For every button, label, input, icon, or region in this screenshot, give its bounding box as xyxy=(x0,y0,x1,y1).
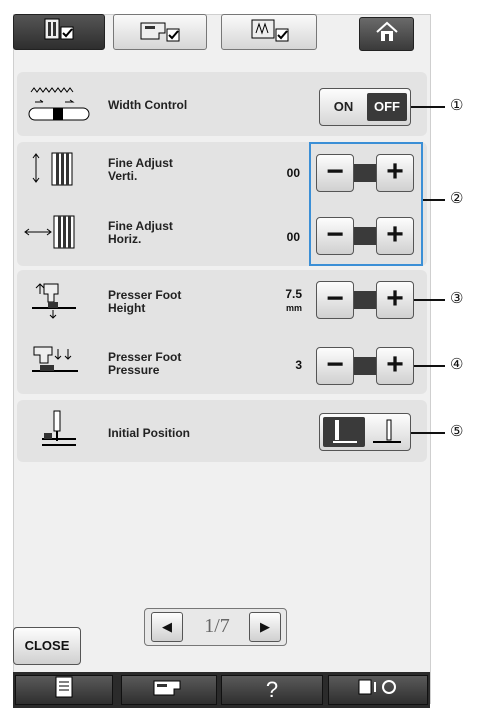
current-page: 1 xyxy=(204,615,215,637)
settings-icon xyxy=(355,677,401,702)
callout-line-5 xyxy=(411,432,445,434)
tab-embroidery-settings[interactable] xyxy=(221,14,317,50)
document-button[interactable] xyxy=(15,675,113,705)
sewing-machine-icon xyxy=(151,677,187,702)
presser-height-label-line2: Height xyxy=(108,301,146,315)
width-control-toggle[interactable]: ON OFF xyxy=(319,88,411,126)
home-icon xyxy=(374,21,400,48)
callout-2: ② xyxy=(450,190,464,207)
document-icon xyxy=(55,676,73,703)
fine-vert-label-line2: Verti. xyxy=(108,169,138,183)
stepper-bar xyxy=(354,357,376,375)
callout-line-3 xyxy=(414,299,445,301)
fine-horiz-label-line2: Horiz. xyxy=(108,232,142,246)
page-navigator: ◀ 1/7 ▶ xyxy=(144,608,287,646)
presser-foot-pressure-icon xyxy=(28,343,88,388)
presser-foot-height-icon xyxy=(26,280,86,325)
width-control-icon xyxy=(25,84,95,129)
callout-4: ④ xyxy=(450,356,464,373)
initial-position-label: Initial Position xyxy=(108,426,191,440)
presser-foot-height-value: 7.5 xyxy=(285,287,302,301)
initial-position-selector xyxy=(319,413,411,451)
home-button[interactable] xyxy=(359,17,414,51)
presser-pressure-label-line2: Pressure xyxy=(108,363,160,377)
presser-foot-height-stepper: − + xyxy=(316,281,414,319)
presser-foot-pressure-label: Presser Foot Pressure xyxy=(108,351,181,377)
presser-foot-pressure-value: 3 xyxy=(295,358,302,372)
close-button[interactable]: CLOSE xyxy=(13,627,81,665)
callout-line-1 xyxy=(411,106,445,108)
fine-adjust-vert-label: Fine Adjust Verti. xyxy=(108,157,173,183)
fine-adjust-horizontal-icon xyxy=(22,212,86,257)
width-control-label: Width Control xyxy=(108,98,188,112)
callout-1: ① xyxy=(450,97,464,114)
presser-pressure-plus-button[interactable]: + xyxy=(376,347,414,385)
presser-foot-height-label: Presser Foot Height xyxy=(108,289,181,315)
settings-button[interactable] xyxy=(328,675,428,705)
embroidery-settings-icon xyxy=(244,17,294,48)
toggle-off-option[interactable]: OFF xyxy=(367,93,407,121)
callout-line-2 xyxy=(423,199,445,201)
presser-pressure-minus-button[interactable]: − xyxy=(316,347,354,385)
utility-settings-icon xyxy=(39,17,79,48)
needle-left-icon xyxy=(323,420,365,450)
presser-foot-height-unit: mm xyxy=(286,303,303,313)
total-pages: 7 xyxy=(219,615,230,637)
help-button[interactable]: ? xyxy=(221,675,323,705)
fine-adjust-vert-value: 00 xyxy=(286,166,300,180)
presser-height-minus-button[interactable]: − xyxy=(316,281,354,319)
stepper-bar xyxy=(354,291,376,309)
callout-line-4 xyxy=(414,365,445,367)
callout-3: ③ xyxy=(450,290,464,307)
needle-center-icon xyxy=(367,419,407,450)
sewing-machine-settings-icon xyxy=(135,17,185,48)
tab-sewing-settings[interactable] xyxy=(113,14,207,50)
next-page-button[interactable]: ▶ xyxy=(249,612,281,642)
position-center-button[interactable] xyxy=(367,417,407,447)
callout-5: ⑤ xyxy=(450,423,464,440)
presser-foot-pressure-stepper: − + xyxy=(316,347,414,385)
machine-button[interactable] xyxy=(121,675,217,705)
position-left-button[interactable] xyxy=(323,417,365,447)
initial-position-icon xyxy=(36,409,82,456)
tab-utility-settings[interactable] xyxy=(13,14,105,50)
fine-adjust-horiz-value: 00 xyxy=(286,230,300,244)
prev-page-button[interactable]: ◀ xyxy=(151,612,183,642)
bottom-toolbar: ? xyxy=(13,672,430,708)
fine-adjust-highlight xyxy=(309,142,423,266)
page-indicator: 1/7 xyxy=(197,615,237,638)
presser-height-plus-button[interactable]: + xyxy=(376,281,414,319)
fine-adjust-horiz-label: Fine Adjust Horiz. xyxy=(108,220,173,246)
fine-adjust-vertical-icon xyxy=(28,149,86,194)
toggle-on-option[interactable]: ON xyxy=(320,89,367,125)
